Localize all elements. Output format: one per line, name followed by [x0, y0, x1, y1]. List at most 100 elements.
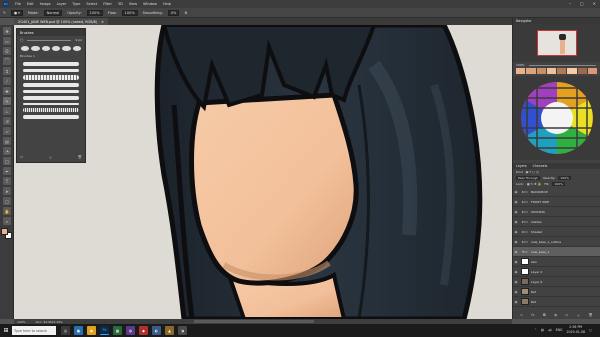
brush-tip[interactable] — [21, 46, 30, 51]
photoshop-taskbar-icon[interactable]: Ps — [100, 326, 109, 335]
brush-tip[interactable] — [31, 46, 40, 51]
visibility-eye-icon[interactable]: ◉ — [513, 210, 519, 214]
channels-tab[interactable]: Channels — [533, 164, 548, 168]
visibility-eye-icon[interactable]: ◉ — [513, 300, 519, 304]
brush-tool-icon-active[interactable]: ✎ — [3, 97, 11, 105]
menu-edit[interactable]: Edit — [27, 2, 34, 6]
eyedropper-tool-icon[interactable]: ⁄ — [3, 77, 11, 85]
visibility-eye-icon[interactable]: ◉ — [513, 220, 519, 224]
color-wheel-panel[interactable] — [513, 76, 600, 160]
new-brush-icon[interactable]: ＋ — [49, 155, 52, 160]
visibility-eye-icon[interactable]: ◉ — [513, 290, 519, 294]
brush-stroke-preview[interactable] — [23, 96, 79, 100]
brush-stroke-preview[interactable] — [23, 83, 79, 87]
marquee-tool-icon[interactable]: ▭ — [3, 37, 11, 45]
shape-tool-icon[interactable]: ▢ — [3, 197, 11, 205]
delete-layer-icon[interactable]: 🗑 — [588, 313, 592, 318]
history-brush-tool-icon[interactable]: ↺ — [3, 117, 11, 125]
menu-image[interactable]: Image — [40, 2, 51, 6]
navigator-tab[interactable]: Navigator — [516, 19, 532, 23]
menu-type[interactable]: Type — [72, 2, 80, 6]
layer-opacity-field[interactable]: 100% — [558, 176, 571, 180]
lasso-tool-icon[interactable]: ʘ — [3, 47, 11, 55]
navigator-preview[interactable] — [513, 24, 600, 62]
minimize-button[interactable]: – — [569, 1, 571, 6]
move-tool-icon[interactable]: ✥ — [3, 27, 11, 35]
layer-row[interactable]: ◉ ▸▭ shades — [513, 217, 600, 227]
taskbar-search-input[interactable]: Type here to search — [12, 326, 56, 335]
menu-view[interactable]: View — [129, 2, 137, 6]
brush-tip[interactable] — [41, 46, 50, 51]
new-group-icon[interactable]: ▭ — [20, 155, 23, 160]
volume-icon[interactable]: ◄) — [548, 328, 552, 332]
adjustment-icon[interactable]: ◑ — [554, 313, 557, 318]
brush-stroke-preview[interactable] — [23, 90, 79, 93]
fx-icon[interactable]: fx — [531, 313, 534, 318]
mask-icon[interactable]: ◘ — [543, 313, 546, 318]
close-window-button[interactable]: ✕ — [593, 1, 596, 6]
fill-field[interactable]: 100% — [552, 182, 565, 186]
menu-filter[interactable]: Filter — [103, 2, 112, 6]
smoothing-field[interactable]: 0% — [167, 9, 180, 16]
brush-group-label[interactable]: Brushes 1 — [17, 53, 85, 59]
visibility-eye-icon[interactable]: ◉ — [513, 230, 519, 234]
menu-select[interactable]: Select — [86, 2, 97, 6]
hand-tool-icon[interactable]: ✋ — [3, 207, 11, 215]
new-group-icon[interactable]: ▭ — [565, 313, 568, 318]
layer-row[interactable]: ◉ ▸▭ SHADING — [513, 207, 600, 217]
brush-tip[interactable] — [51, 46, 61, 51]
horizontal-scrollbar[interactable] — [194, 320, 314, 323]
type-tool-icon[interactable]: T — [3, 177, 11, 185]
layers-tab[interactable]: Layers — [516, 164, 527, 168]
color-swatch[interactable] — [557, 68, 567, 74]
color-wheel-icon[interactable] — [516, 78, 597, 158]
visibility-eye-icon[interactable]: ◉ — [513, 260, 519, 264]
tray-chevron-icon[interactable]: ⌃ — [534, 328, 537, 332]
brush-stroke-preview[interactable] — [23, 62, 79, 66]
language-indicator[interactable]: ENG — [556, 328, 563, 332]
filter-icons[interactable]: ▣ T ▢ ◫ — [526, 170, 539, 174]
lock-icons[interactable]: ▦ ✎ ✥ 🔒 — [527, 182, 541, 186]
layer-row[interactable]: ◉ Layer 6 — [513, 277, 600, 287]
menu-help[interactable]: Help — [163, 2, 171, 6]
layer-row[interactable]: ◉ ▸▭ FRONT SIDE — [513, 197, 600, 207]
taskbar-app-icon[interactable]: ◆ — [139, 326, 148, 335]
healing-tool-icon[interactable]: ✚ — [3, 87, 11, 95]
brush-stroke-preview[interactable] — [23, 115, 79, 119]
color-swatch[interactable] — [577, 68, 587, 74]
taskbar-app-icon[interactable]: ▦ — [113, 326, 122, 335]
layer-row-selected[interactable]: ◉ ▾▭ new_base_1 — [513, 247, 600, 257]
dodge-tool-icon[interactable]: ◯ — [3, 157, 11, 165]
brush-stroke-preview[interactable] — [23, 103, 79, 105]
menu-file[interactable]: File — [15, 2, 21, 6]
mode-select[interactable]: Normal — [43, 9, 63, 16]
crop-tool-icon[interactable]: ⌗ — [3, 67, 11, 75]
layer-row[interactable]: ◉ ▸▭ Shaded — [513, 227, 600, 237]
brush-size-slider[interactable] — [27, 39, 72, 41]
document-canvas[interactable] — [14, 25, 512, 319]
notifications-icon[interactable]: ▢ — [589, 328, 592, 332]
color-swatches[interactable] — [1, 228, 13, 240]
brush-preset-picker[interactable]: ● ▾ — [10, 9, 23, 16]
color-swatch[interactable] — [567, 68, 577, 74]
blur-tool-icon[interactable]: ◔ — [3, 147, 11, 155]
visibility-eye-icon[interactable]: ◉ — [513, 190, 519, 194]
layer-row[interactable]: ◉ skin — [513, 257, 600, 267]
taskbar-app-icon[interactable]: ◑ — [178, 326, 187, 335]
gradient-tool-icon[interactable]: ▤ — [3, 137, 11, 145]
color-swatch[interactable] — [587, 68, 597, 74]
color-swatch[interactable] — [546, 68, 556, 74]
system-clock[interactable]: 2:36 PM 2019-01-08 — [566, 325, 585, 334]
opacity-field[interactable]: 100% — [86, 9, 103, 16]
visibility-eye-icon[interactable]: ◉ — [513, 240, 519, 244]
brush-stroke-preview[interactable] — [23, 69, 79, 72]
menu-3d[interactable]: 3D — [118, 2, 123, 6]
menu-layer[interactable]: Layer — [57, 2, 67, 6]
layer-row[interactable]: ◉ Layer 2 — [513, 267, 600, 277]
color-swatch[interactable] — [516, 68, 526, 74]
visibility-eye-icon[interactable]: ◉ — [513, 200, 519, 204]
brush-tip[interactable] — [62, 46, 71, 51]
brush-tip[interactable] — [72, 46, 81, 51]
taskbar-app-icon[interactable]: ◐ — [152, 326, 161, 335]
task-view-icon[interactable]: ◎ — [61, 326, 70, 335]
